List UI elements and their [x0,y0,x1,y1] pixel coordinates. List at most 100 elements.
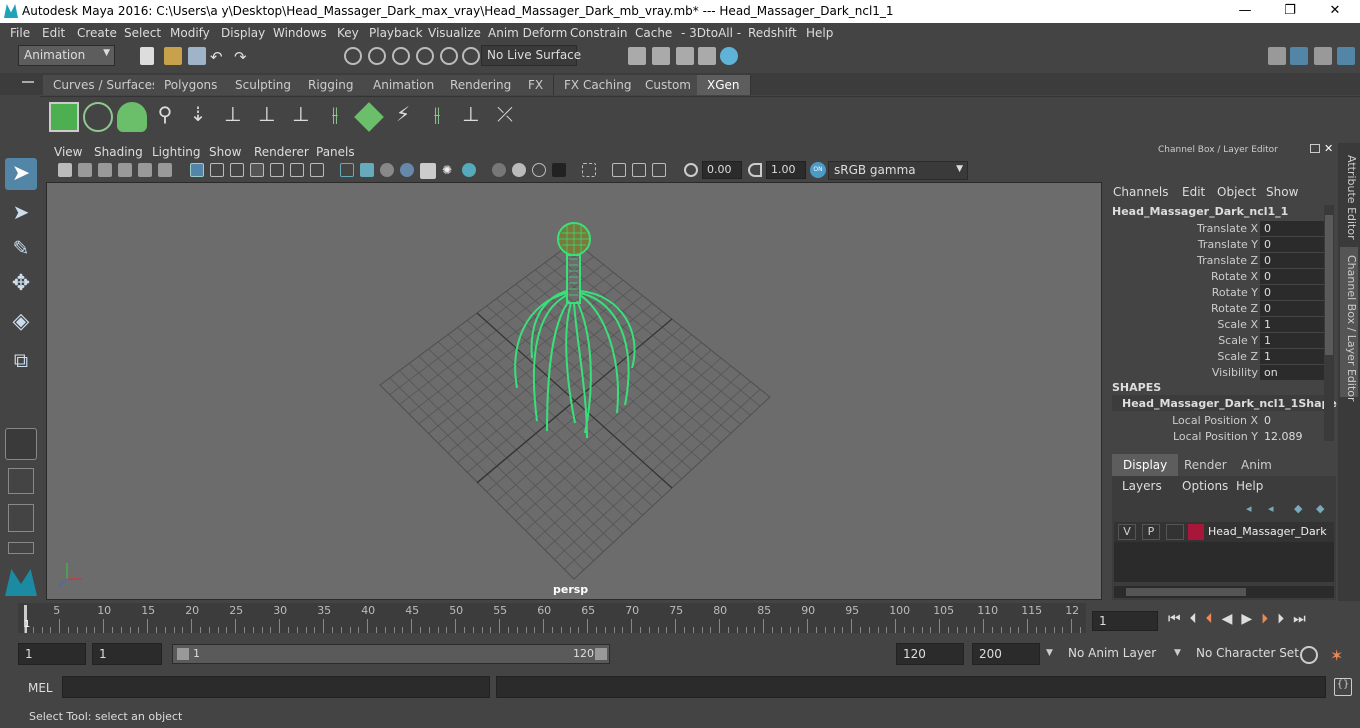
menu-create[interactable]: Create [77,26,117,40]
viewport-menu-panels[interactable]: Panels [316,145,355,159]
open-scene-icon[interactable] [164,47,182,65]
tab-attribute-editor[interactable]: Attribute Editor [1340,147,1358,240]
channel-box-scrollbar[interactable] [1324,205,1334,441]
undo-icon[interactable]: ↶ [210,48,228,66]
channel-name[interactable]: Translate X [1197,222,1258,235]
tab-curves-surfaces[interactable]: Curves / Surfaces [43,75,170,95]
viewport-menu-renderer[interactable]: Renderer [254,145,309,159]
cb-menu-channels[interactable]: Channels [1113,185,1169,199]
camera-attributes-icon[interactable] [78,163,92,177]
time-slider-track[interactable]: 1 5 10 15 20 25 30 35 40 45 50 55 60 65 70 75 80 85 90 95 1… [18,603,1086,633]
motion-blur-icon[interactable] [492,163,506,177]
menu-3dtoall[interactable]: - 3DtoAll - [681,26,741,40]
channel-name[interactable]: Local Position Y [1173,430,1258,443]
resolution-gate-icon[interactable] [230,163,244,177]
layer-menu-help[interactable]: Help [1236,479,1263,493]
channel-value-field[interactable]: on [1260,365,1324,380]
new-scene-icon[interactable] [140,47,154,65]
go-to-end-icon[interactable]: ⏭ [1293,611,1315,627]
minimize-button[interactable]: — [1230,2,1260,20]
render-frame-icon[interactable] [652,47,670,65]
select-hierarchy-icon[interactable] [344,47,362,65]
gamma-icon[interactable] [748,163,762,177]
add-guides-icon[interactable]: ⚲ [150,102,180,132]
channel-value-field[interactable]: 0 [1260,253,1324,268]
xgen-grid-icon[interactable] [354,102,384,132]
gate-mask-icon[interactable] [250,163,264,177]
script-language-label[interactable]: MEL [28,681,53,695]
wireframe-on-shaded-icon[interactable] [380,163,394,177]
screen-space-ao-icon[interactable] [462,163,476,177]
viewport-menu-lighting[interactable]: Lighting [152,145,201,159]
layer-hscrollbar[interactable] [1114,586,1334,598]
viewport-menu-view[interactable]: View [54,145,82,159]
maximize-button[interactable]: ❐ [1275,2,1305,20]
channel-name[interactable]: Translate Y [1198,238,1258,251]
layer-visibility-toggle[interactable]: V [1118,524,1136,540]
lock-guides-icon[interactable]: ⊥ [286,102,316,132]
guides-to-curves-icon[interactable]: ⫲ [320,102,350,132]
menu-modify[interactable]: Modify [170,26,210,40]
paint-select-tool-icon[interactable]: ✎ [5,232,37,264]
tab-channel-box-layer-editor[interactable]: Channel Box / Layer Editor [1340,247,1358,402]
multisample-aa-icon[interactable] [512,163,526,177]
channel-value-field[interactable]: 0 [1260,413,1324,428]
tab-sculpting[interactable]: Sculpting [225,75,303,95]
scrollbar-thumb[interactable] [1126,588,1246,596]
gamma-field[interactable]: 1.00 [766,161,806,179]
move-guides-icon[interactable]: ⇣ [183,102,213,132]
attribute-editor-toggle-icon[interactable] [1314,47,1332,65]
menu-redshift[interactable]: Redshift [748,26,797,40]
layer-color-swatch[interactable] [1188,524,1204,540]
add-guide-icon[interactable]: ⊥ [218,102,248,132]
guide-sculpt-icon[interactable]: ⚡ [388,102,418,132]
layer-row[interactable]: V P Head_Massager_Dark [1114,522,1334,542]
chevron-down-icon[interactable]: ▼ [1174,648,1181,658]
xgen-preview-icon[interactable] [83,102,113,132]
channel-value-field[interactable]: 0 [1260,221,1324,236]
perspective-viewport[interactable]: persp [46,182,1102,600]
tab-xgen[interactable]: XGen [697,75,751,95]
layer-playback-toggle[interactable]: P [1142,524,1160,540]
grease-pencil-icon[interactable] [158,163,172,177]
channel-name[interactable]: Rotate Y [1212,286,1258,299]
channel-value-field[interactable]: 12.089 [1260,429,1324,444]
menu-file[interactable]: File [10,26,30,40]
tab-rendering[interactable]: Rendering [440,75,523,95]
modeling-toolkit-icon[interactable] [1290,47,1308,65]
cb-menu-edit[interactable]: Edit [1182,185,1205,199]
viewport-menu-shading[interactable]: Shading [94,145,143,159]
new-layer-selected-icon[interactable]: ◆ [1316,502,1324,515]
tab-fx-caching[interactable]: FX Caching [554,75,643,95]
use-all-lights-icon[interactable] [420,163,436,179]
step-forward-frame-icon[interactable]: ⏵ [1277,611,1293,627]
camera-icon[interactable] [58,163,72,177]
step-back-key-icon[interactable]: ⏴ [1206,611,1222,627]
workspace-icon[interactable] [1268,47,1286,65]
lasso-tool-icon[interactable]: ➤ [5,196,37,228]
channel-box-toggle-icon[interactable] [1337,47,1355,65]
color-management-icon[interactable]: ON [810,162,826,178]
channel-name[interactable]: Scale Z [1217,350,1258,363]
channel-name[interactable]: Local Position X [1172,414,1258,427]
channel-name[interactable]: Rotate X [1211,270,1258,283]
menu-playback[interactable]: Playback [369,26,423,40]
menu-visualize[interactable]: Visualize [428,26,481,40]
step-back-frame-icon[interactable]: ⏴ [1190,611,1206,627]
channel-name[interactable]: Translate Z [1197,254,1258,267]
bookmark-icon[interactable] [98,163,112,177]
rotate-tool-icon[interactable]: ◈ [5,306,37,338]
new-layer-icon[interactable]: ◆ [1294,502,1302,515]
float-panel-icon[interactable] [1310,144,1320,153]
render-settings-icon[interactable] [628,47,646,65]
menu-help[interactable]: Help [806,26,833,40]
chevron-down-icon[interactable]: ▼ [1046,648,1053,658]
rebuild-guides-icon[interactable]: ⊥ [456,102,486,132]
select-object-icon[interactable] [368,47,386,65]
depth-of-field-icon[interactable] [532,163,546,177]
move-layer-up-icon[interactable]: ◂ [1246,502,1252,515]
film-gate-icon[interactable] [210,163,224,177]
menu-key[interactable]: Key [337,26,359,40]
playback-start-field[interactable]: 1 [92,643,162,665]
command-input[interactable] [62,676,490,698]
